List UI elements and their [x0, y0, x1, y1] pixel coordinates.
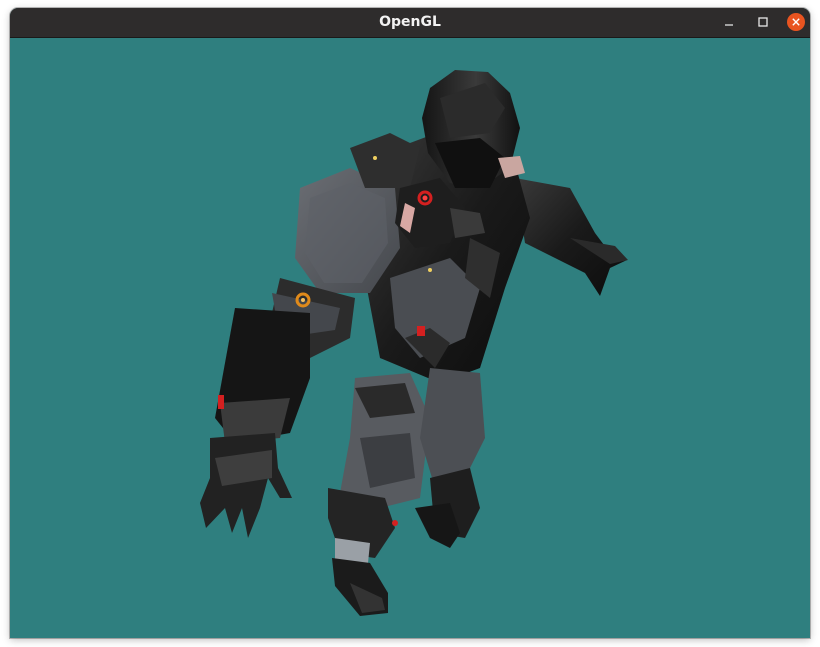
soldier-model	[200, 70, 628, 616]
window-title: OpenGL	[379, 14, 441, 30]
maximize-icon	[758, 17, 768, 27]
left-hand	[200, 433, 292, 538]
app-window: OpenGL	[10, 8, 810, 638]
minimize-button[interactable]	[720, 13, 738, 31]
right-arm	[515, 178, 627, 296]
right-leg	[420, 368, 485, 488]
close-icon	[787, 13, 805, 31]
title-bar[interactable]: OpenGL	[10, 8, 810, 38]
close-button[interactable]	[787, 13, 805, 31]
maximize-button[interactable]	[754, 13, 772, 31]
minimize-icon	[725, 24, 733, 26]
rendered-scene	[200, 70, 628, 616]
opengl-viewport[interactable]	[10, 38, 810, 638]
